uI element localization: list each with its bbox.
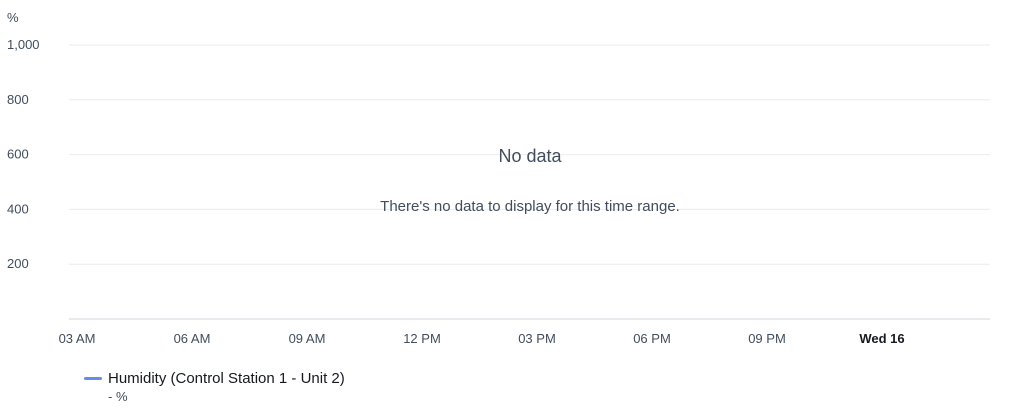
x-tick-label: Wed 16: [859, 331, 904, 346]
chart-container: % 1,000 800 600 400 200 03 AM 06 AM 09 AM 12 PM 0…: [0, 0, 1025, 411]
no-data-title: No data: [498, 146, 562, 166]
x-tick-label: 06 AM: [174, 331, 211, 346]
legend-series-name: Humidity (Control Station 1 - Unit 2): [108, 370, 345, 387]
legend-item[interactable]: Humidity (Control Station 1 - Unit 2): [84, 370, 345, 387]
x-tick-label: 03 AM: [59, 331, 96, 346]
legend-swatch-line-icon: [84, 377, 102, 380]
x-tick-label: 09 PM: [748, 331, 786, 346]
no-data-message: There's no data to display for this time…: [380, 198, 680, 215]
legend-series-value: - %: [108, 389, 128, 404]
y-tick-label: 1,000: [7, 37, 40, 52]
x-tick-label: 03 PM: [518, 331, 556, 346]
x-tick-label: 09 AM: [289, 331, 326, 346]
x-tick-label: 12 PM: [403, 331, 441, 346]
y-tick-label: 200: [7, 256, 29, 271]
y-tick-label: 400: [7, 201, 29, 216]
y-tick-label: 600: [7, 147, 29, 162]
y-tick-label: 800: [7, 92, 29, 107]
legend: Humidity (Control Station 1 - Unit 2) - …: [84, 370, 345, 404]
x-tick-label: 06 PM: [633, 331, 671, 346]
